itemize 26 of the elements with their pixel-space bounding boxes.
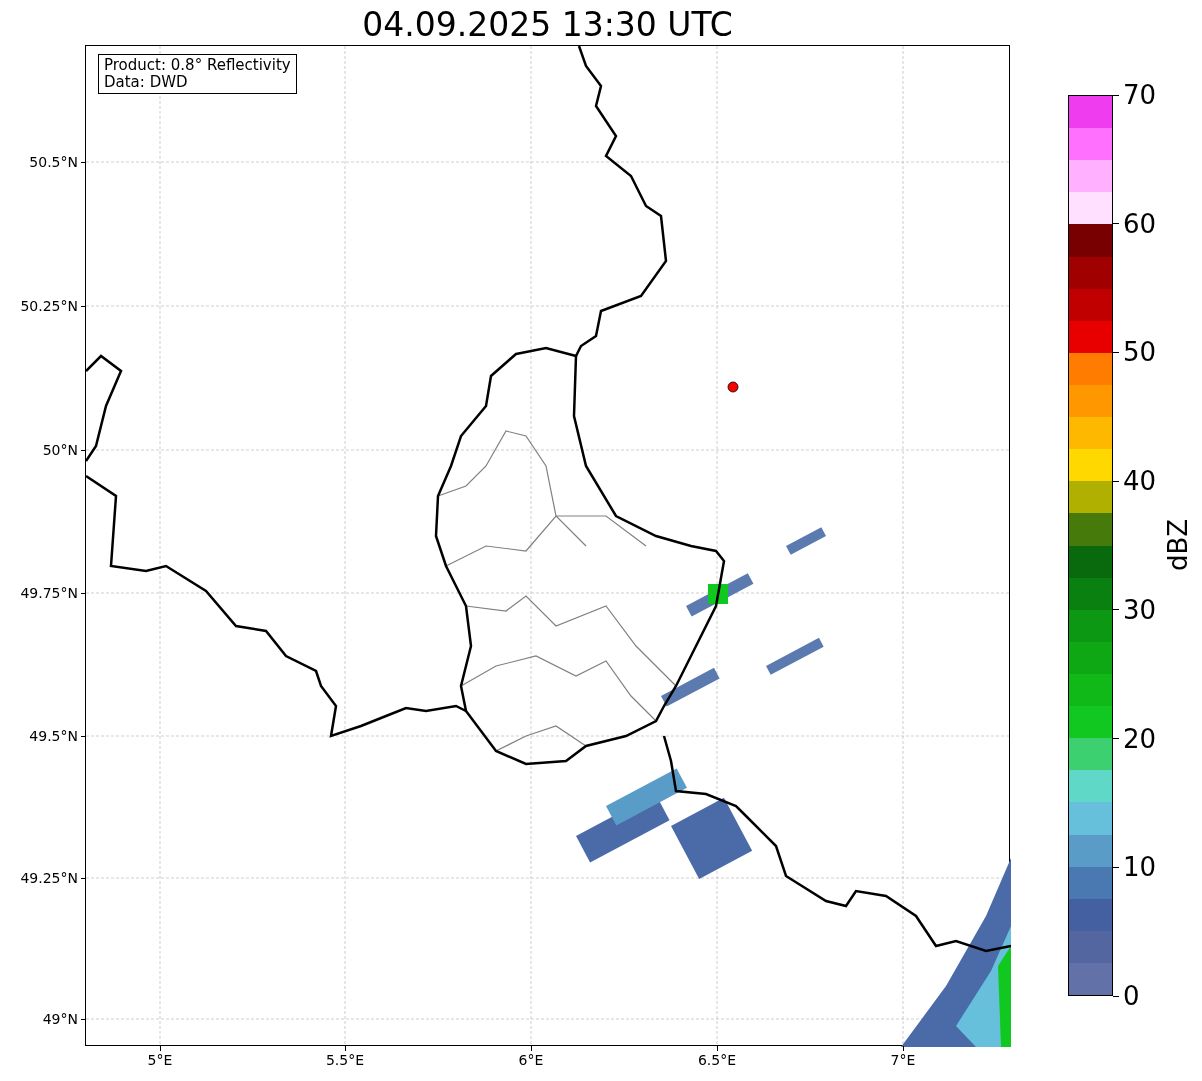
colorbar-tick-label: 40 — [1123, 466, 1157, 497]
axis-tick-label: 49°N — [42, 1010, 78, 1028]
info-text: Data: DWD — [104, 74, 189, 91]
colorbar-label: dBZ — [1163, 518, 1193, 572]
axis-tick-label: 6°E — [518, 1051, 544, 1069]
colorbar-tick-label: 20 — [1123, 723, 1157, 754]
axis-tick-label: 50°N — [42, 441, 78, 459]
axis-tick-label: 7°E — [890, 1051, 916, 1069]
axis-tick-label: 50.5°N — [29, 153, 78, 171]
axis-tick-label: 50.25°N — [20, 297, 78, 315]
colorbar-tick-label: 10 — [1123, 852, 1157, 883]
colorbar-tick-label: 50 — [1123, 337, 1157, 368]
colorbar-tick-label: 0 — [1123, 981, 1140, 1011]
axis-tick-label: 5°E — [147, 1051, 173, 1069]
info-text: Product: 0.8° Reflectivity — [104, 57, 291, 74]
colorbar-tick-label: 60 — [1123, 208, 1157, 239]
chart-title: 04.09.2025 13:30 UTC — [362, 5, 733, 45]
axis-tick-label: 49.25°N — [20, 869, 78, 887]
axis-tick-label: 49.5°N — [29, 727, 78, 745]
axis-tick-label: 6.5°E — [697, 1051, 737, 1069]
axis-tick-label: 49.75°N — [20, 584, 78, 602]
tick-mark — [902, 1046, 904, 1051]
colorbar-tick-label: 30 — [1123, 594, 1157, 625]
colorbar-tick-label: 70 — [1123, 80, 1157, 110]
tick-mark — [1113, 995, 1119, 997]
axis-tick-label: 5.5°E — [325, 1051, 365, 1069]
